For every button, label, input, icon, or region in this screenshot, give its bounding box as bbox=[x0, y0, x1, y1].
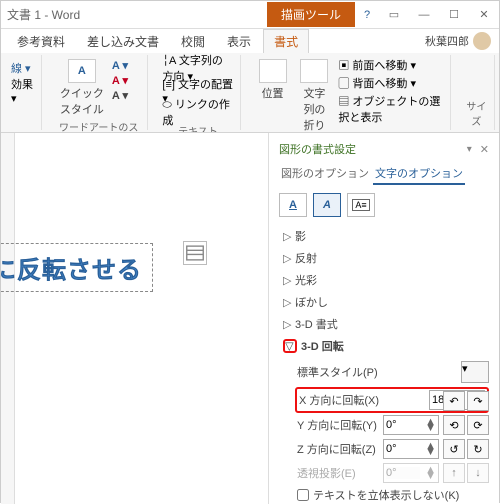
wordart-object[interactable]: に反転させる bbox=[1, 243, 153, 292]
shape-options-tab[interactable]: 図形のオプション bbox=[279, 163, 371, 185]
tab-references[interactable]: 参考資料 bbox=[7, 30, 75, 53]
z-rotation-label: Z 方向に回転(Z) bbox=[297, 441, 379, 457]
layout-options-icon[interactable] bbox=[183, 241, 207, 265]
send-backward-button[interactable]: ▢ 背面へ移動 ▾ bbox=[338, 75, 443, 91]
tab-review[interactable]: 校閲 bbox=[171, 30, 215, 53]
user-name-label: 秋葉四郎 bbox=[425, 33, 469, 49]
text-effects-icon[interactable]: A ▾ bbox=[112, 89, 128, 102]
window-title: 文書 1 - Word bbox=[1, 6, 267, 23]
bring-forward-button[interactable]: ▣ 前面へ移動 ▾ bbox=[338, 57, 443, 73]
perspective-label: 透視投影(E) bbox=[297, 465, 379, 481]
avatar-icon bbox=[473, 32, 491, 50]
quick-styles-button[interactable]: A クイック スタイル bbox=[56, 57, 108, 119]
section-shadow[interactable]: ▷影 bbox=[279, 225, 489, 247]
pane-title: 図形の書式設定 bbox=[279, 141, 356, 157]
y-rotation-label: Y 方向に回転(Y) bbox=[297, 417, 379, 433]
wordart-text: に反転させる bbox=[1, 250, 142, 285]
preset-label: 標準スタイル(P) bbox=[297, 364, 457, 380]
section-reflection[interactable]: ▷反射 bbox=[279, 247, 489, 269]
y-rotate-up-icon[interactable]: ⟲ bbox=[443, 415, 465, 435]
textbox-tab-icon[interactable]: A≡ bbox=[347, 193, 375, 217]
group-text: テキスト bbox=[162, 123, 233, 133]
keep-text-flat-checkbox[interactable] bbox=[297, 489, 309, 501]
wrap-text-button[interactable]: 文字列の 折り返し bbox=[295, 57, 335, 133]
text-fill-outline-tab-icon[interactable]: A bbox=[279, 193, 307, 217]
pane-dropdown-icon[interactable]: ▾ bbox=[467, 144, 472, 155]
text-effects-tab-icon[interactable]: A bbox=[313, 193, 341, 217]
effects-icon[interactable]: 効果 ▾ bbox=[11, 76, 35, 105]
text-outline-icon[interactable]: A ▾ bbox=[112, 74, 128, 87]
y-rotation-input[interactable]: ▲▼ bbox=[383, 415, 439, 435]
tab-format[interactable]: 書式 bbox=[263, 29, 309, 53]
section-3d-rotation[interactable]: ▷ 3-D 回転 bbox=[279, 335, 489, 357]
contextual-tab-drawing[interactable]: 描画ツール bbox=[267, 2, 355, 27]
minimize-icon[interactable]: — bbox=[409, 4, 439, 26]
pane-close-icon[interactable]: ✕ bbox=[480, 143, 489, 156]
z-rotate-cw-icon[interactable]: ↻ bbox=[467, 439, 489, 459]
user-account[interactable]: 秋葉四郎 bbox=[417, 29, 499, 53]
ribbon: 線 ▾ 効果 ▾ A クイック スタイル A ▾ A ▾ A ▾ ワードアートの… bbox=[1, 53, 499, 133]
y-rotate-down-icon[interactable]: ⟳ bbox=[467, 415, 489, 435]
x-rotate-right-icon[interactable]: ↷ bbox=[467, 391, 489, 411]
position-button[interactable]: 位置 bbox=[255, 57, 291, 133]
ribbon-collapse-icon[interactable]: ▭ bbox=[379, 4, 409, 26]
maximize-icon[interactable]: ☐ bbox=[439, 4, 469, 26]
section-3d-format[interactable]: ▷3-D 書式 bbox=[279, 313, 489, 335]
document-area[interactable]: に反転させる bbox=[1, 133, 269, 504]
group-wordart-styles: ワードアートのスタイル bbox=[56, 119, 142, 133]
line-icon[interactable]: 線 ▾ bbox=[11, 60, 31, 76]
vertical-ruler bbox=[1, 133, 15, 504]
text-options-tab[interactable]: 文字のオプション bbox=[373, 163, 465, 185]
tab-view[interactable]: 表示 bbox=[217, 30, 261, 53]
close-icon[interactable]: ✕ bbox=[469, 4, 499, 26]
format-shape-pane: 図形の書式設定 ▾ ✕ 図形のオプション 文字のオプション A A A≡ ▷影 … bbox=[269, 133, 499, 504]
tab-mailings[interactable]: 差し込み文書 bbox=[77, 30, 169, 53]
x-rotation-label: X 方向に回転(X) bbox=[299, 392, 425, 408]
z-rotation-input[interactable]: ▲▼ bbox=[383, 439, 439, 459]
section-soft-edges[interactable]: ▷ぼかし bbox=[279, 291, 489, 313]
x-rotate-left-icon[interactable]: ↶ bbox=[443, 391, 465, 411]
perspective-narrow-icon: ↑ bbox=[443, 463, 465, 483]
text-fill-icon[interactable]: A ▾ bbox=[112, 59, 128, 72]
group-size: サイズ bbox=[465, 98, 488, 128]
preset-picker[interactable]: ▾ bbox=[461, 361, 489, 383]
perspective-input: ▲▼ bbox=[383, 463, 439, 483]
selection-pane-button[interactable]: ▤ オブジェクトの選択と表示 bbox=[338, 93, 443, 125]
keep-text-flat-label: テキストを立体表示しない(K) bbox=[313, 487, 459, 503]
z-rotate-ccw-icon[interactable]: ↺ bbox=[443, 439, 465, 459]
help-icon[interactable]: ? bbox=[355, 9, 379, 21]
section-glow[interactable]: ▷光彩 bbox=[279, 269, 489, 291]
perspective-wide-icon: ↓ bbox=[467, 463, 489, 483]
